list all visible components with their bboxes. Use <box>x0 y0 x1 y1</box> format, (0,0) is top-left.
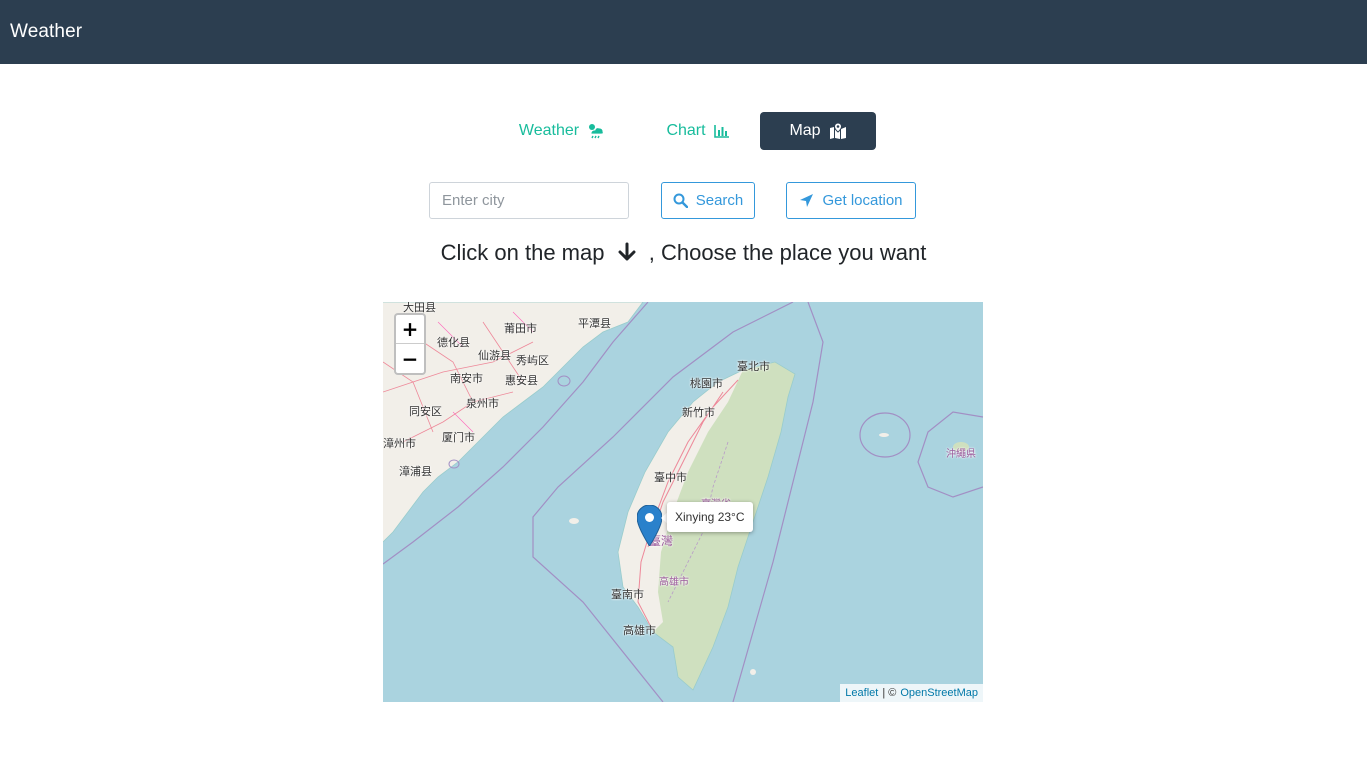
tab-weather-label: Weather <box>518 122 580 139</box>
map-label: 新竹市 <box>682 406 715 419</box>
get-location-button[interactable]: Get location <box>786 182 916 219</box>
map-label: 泉州市 <box>466 397 499 410</box>
tab-map[interactable]: Map <box>760 112 876 150</box>
map-label: 秀屿区 <box>516 354 549 367</box>
view-tabs: Weather Chart Map <box>0 112 1367 150</box>
popup-text: Xinying 23°C <box>675 510 745 524</box>
get-location-button-label: Get location <box>822 192 903 209</box>
attribution-separator: | © <box>882 687 897 699</box>
map-marked-icon <box>829 123 846 139</box>
map-instruction-before: Click on the map <box>440 240 605 265</box>
tab-chart[interactable]: Chart <box>650 112 746 150</box>
map-label: 莆田市 <box>504 322 537 335</box>
map-instruction: Click on the map , Choose the place you … <box>0 238 1367 268</box>
map-label: 桃園市 <box>690 377 723 390</box>
map-label: 厦门市 <box>442 431 475 444</box>
map-label: 惠安县 <box>505 374 538 387</box>
cloud-sun-rain-icon <box>589 124 604 139</box>
map-label: 南安市 <box>450 372 483 385</box>
tab-weather[interactable]: Weather <box>504 112 620 150</box>
chart-bar-icon <box>713 125 729 138</box>
zoom-control: + − <box>394 313 426 375</box>
openstreetmap-link[interactable]: OpenStreetMap <box>900 687 978 699</box>
tab-map-label: Map <box>789 122 821 139</box>
map-popup: Xinying 23°C <box>667 502 753 532</box>
map-label: 平潭县 <box>578 317 611 330</box>
map-label: 高雄市 <box>659 577 689 588</box>
zoom-out-button[interactable]: − <box>396 344 424 373</box>
map-label: 臺中市 <box>654 471 687 484</box>
map-label: 臺南市 <box>611 588 644 601</box>
navbar: Weather <box>0 0 1367 64</box>
map-label: 同安区 <box>409 405 442 418</box>
city-input[interactable] <box>429 182 629 219</box>
search-icon <box>673 193 688 208</box>
leaflet-link[interactable]: Leaflet <box>845 687 878 699</box>
search-button-label: Search <box>695 192 744 209</box>
zoom-in-button[interactable]: + <box>396 315 424 344</box>
map-marker-icon[interactable] <box>637 505 662 546</box>
map-instruction-after: , Choose the place you want <box>648 240 927 265</box>
map-label: 德化县 <box>437 336 470 349</box>
map-label: 仙游县 <box>478 349 511 362</box>
tab-chart-label: Chart <box>666 122 706 139</box>
app-title[interactable]: Weather <box>10 21 82 43</box>
arrow-down-icon <box>618 242 636 261</box>
search-controls: Search Get location <box>0 182 1367 219</box>
map-attribution: Leaflet | © OpenStreetMap <box>840 684 983 702</box>
search-button[interactable]: Search <box>661 182 755 219</box>
map-label: 漳州市 <box>383 437 416 450</box>
map[interactable]: 莆田市 平潭县 德化县 仙游县 秀屿区 南安市 惠安县 泉州市 同安区 厦门市 … <box>383 302 983 702</box>
map-label: 沖繩県 <box>946 449 976 460</box>
location-arrow-icon <box>800 194 814 207</box>
map-label: 高雄市 <box>623 624 656 637</box>
map-label: 漳浦县 <box>399 465 432 478</box>
map-label: 臺北市 <box>737 360 770 373</box>
